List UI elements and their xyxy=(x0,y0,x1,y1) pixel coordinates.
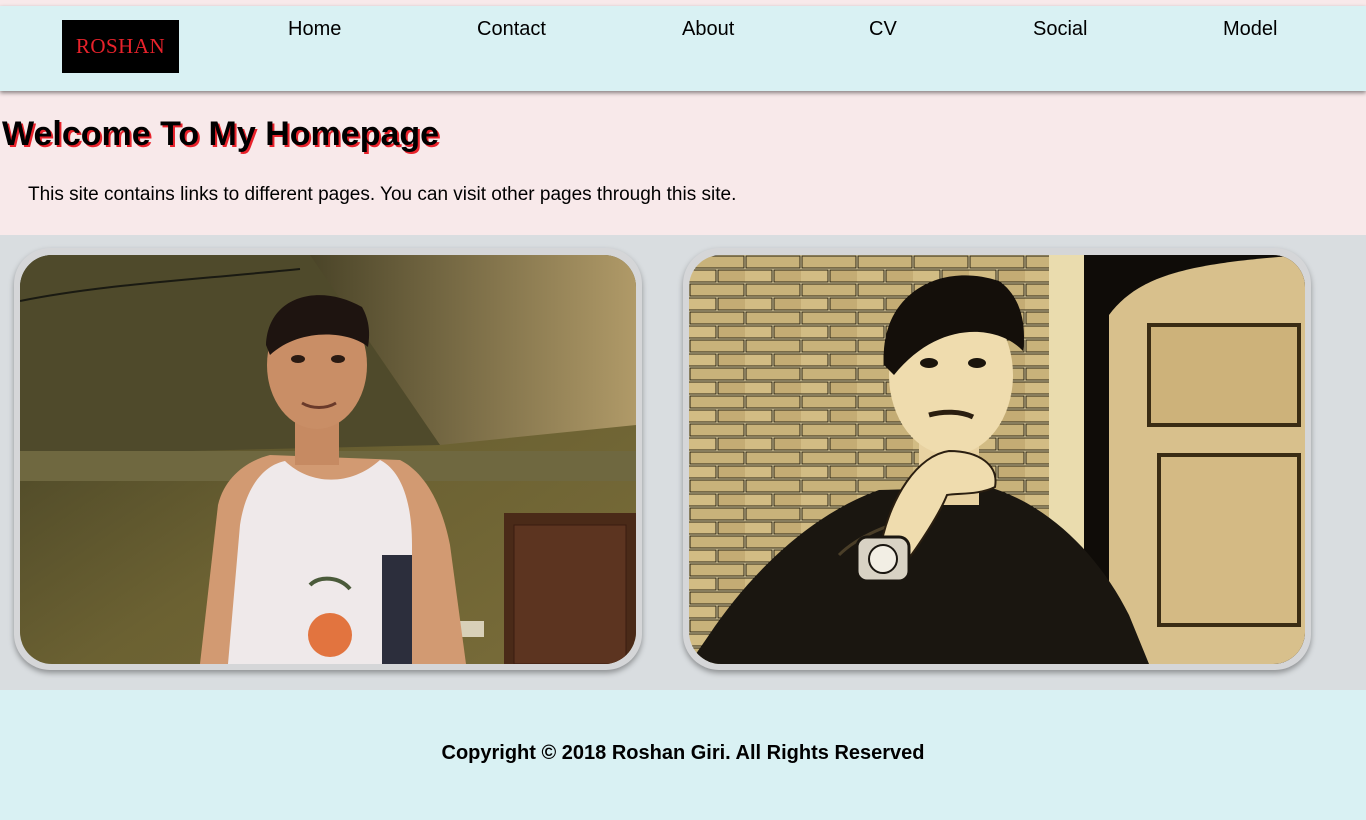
photo-1-illustration xyxy=(20,255,636,664)
man-in-white-tank-top-photo xyxy=(20,255,636,664)
photo-2-illustration xyxy=(689,255,1305,664)
photo-frame-1 xyxy=(14,248,642,670)
nav-model[interactable]: Model xyxy=(1223,18,1277,41)
photo-gallery xyxy=(0,235,1366,690)
site-logo[interactable]: ROSHAN xyxy=(62,20,179,73)
copyright-text: Copyright © 2018 Roshan Giri. All Rights… xyxy=(441,742,925,764)
nav-contact[interactable]: Contact xyxy=(477,18,546,41)
photo-frame-2 xyxy=(683,248,1311,670)
logo-text: ROSHAN xyxy=(75,34,166,58)
site-footer: Copyright © 2018 Roshan Giri. All Rights… xyxy=(0,690,1366,820)
page-title: Welcome To My Homepage xyxy=(2,115,440,153)
nav-cv[interactable]: CV xyxy=(869,18,897,41)
nav-home[interactable]: Home xyxy=(288,18,341,41)
nav-social[interactable]: Social xyxy=(1033,18,1087,41)
intro-text: This site contains links to different pa… xyxy=(28,184,737,205)
site-header: ROSHAN Home Contact About CV Social Mode… xyxy=(0,6,1366,91)
man-posing-by-brick-wall-photo xyxy=(689,255,1305,664)
nav-about[interactable]: About xyxy=(682,18,734,41)
